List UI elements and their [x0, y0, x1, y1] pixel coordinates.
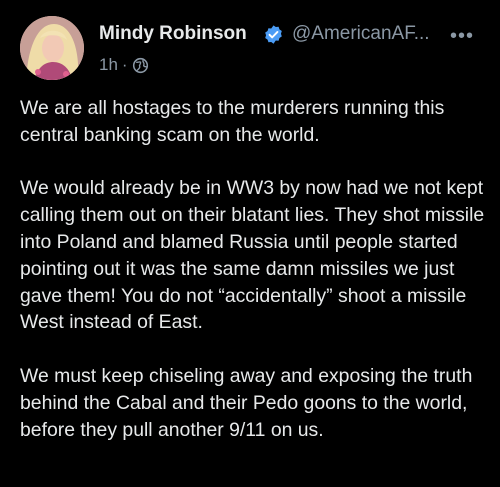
post-time[interactable]: 1h: [99, 55, 118, 75]
verified-badge-icon: [263, 24, 284, 45]
avatar[interactable]: [20, 16, 84, 80]
author-name[interactable]: Mindy Robinson: [99, 23, 247, 45]
post-meta: 1h ·: [99, 55, 149, 75]
post-card: Mindy Robinson @AmericanAF... ••• 1h · W…: [0, 0, 500, 487]
post-paragraph: We are all hostages to the murderers run…: [20, 97, 445, 146]
meta-separator: ·: [121, 55, 128, 74]
post-paragraph: We must keep chiseling away and exposing…: [20, 364, 473, 441]
more-dots-icon[interactable]: •••: [450, 25, 474, 48]
post-text: We are all hostages to the murderers run…: [20, 95, 490, 443]
globe-icon: [132, 57, 149, 74]
author-handle[interactable]: @AmericanAF...: [292, 23, 430, 45]
post-paragraph: We would already be in WW3 by now had we…: [20, 177, 485, 334]
